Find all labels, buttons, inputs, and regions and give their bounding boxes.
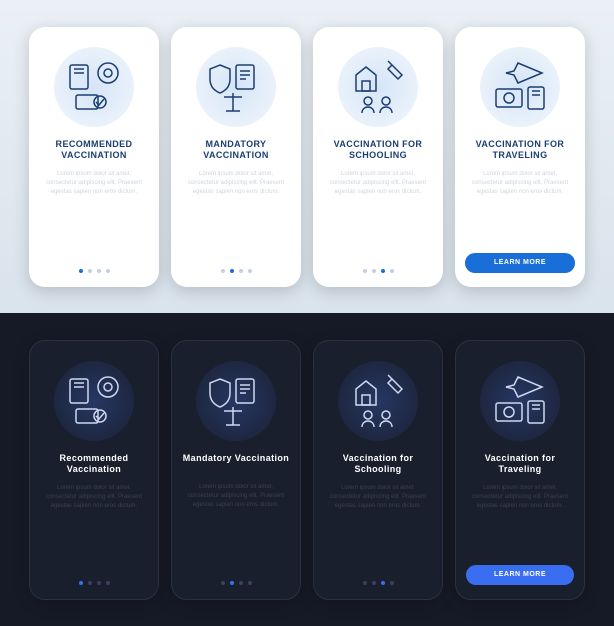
card-body: Lorem ipsum dolor sit amet, consectetur … [465,170,575,247]
dot-2[interactable] [239,269,243,273]
recommended-icon [54,361,134,441]
card-title: Recommended Vaccination [40,453,148,476]
card-body: Lorem ipsum dolor sit amet, consectetur … [323,170,433,263]
mandatory-icon [196,47,276,127]
page-dots [221,581,252,585]
dark-panel: Recommended Vaccination Lorem ipsum dolo… [0,313,614,626]
card-title: RECOMMENDED VACCINATION [39,139,149,162]
dot-3[interactable] [390,269,394,273]
dot-2[interactable] [97,269,101,273]
dot-2[interactable] [381,269,385,273]
dot-1[interactable] [372,269,376,273]
dot-1[interactable] [230,581,234,585]
onboarding-card-dark-3: Vaccination for Traveling Lorem ipsum do… [455,340,585,600]
dot-0[interactable] [79,581,83,585]
dot-3[interactable] [248,269,252,273]
onboarding-card-dark-0: Recommended Vaccination Lorem ipsum dolo… [29,340,159,600]
onboarding-card-dark-2: Vaccination for Schooling Lorem ipsum do… [313,340,443,600]
card-title: Vaccination for Schooling [324,453,432,476]
onboarding-card-light-2: VACCINATION FOR SCHOOLING Lorem ipsum do… [313,27,443,287]
dot-3[interactable] [106,581,110,585]
card-body: Lorem ipsum dolor sit amet, consectetur … [466,484,574,559]
onboarding-card-light-0: RECOMMENDED VACCINATION Lorem ipsum dolo… [29,27,159,287]
dot-2[interactable] [239,581,243,585]
card-title: Mandatory Vaccination [183,453,289,475]
learn-more-button[interactable]: LEARN MORE [466,565,574,585]
page-dots [79,269,110,273]
dot-0[interactable] [363,581,367,585]
schooling-icon [338,47,418,127]
light-panel: RECOMMENDED VACCINATION Lorem ipsum dolo… [0,0,614,313]
dot-1[interactable] [230,269,234,273]
learn-more-button[interactable]: LEARN MORE [465,253,575,273]
page-dots [79,581,110,585]
dot-2[interactable] [97,581,101,585]
dot-1[interactable] [88,581,92,585]
card-title: MANDATORY VACCINATION [181,139,291,162]
card-title: VACCINATION FOR SCHOOLING [323,139,433,162]
dot-3[interactable] [106,269,110,273]
dot-0[interactable] [79,269,83,273]
card-title: VACCINATION FOR TRAVELING [465,139,575,162]
dot-2[interactable] [381,581,385,585]
card-title: Vaccination for Traveling [466,453,574,476]
card-body: Lorem ipsum dolor sit amet, consectetur … [40,484,148,575]
card-body: Lorem ipsum dolor sit amet, consectetur … [324,484,432,575]
page-dots [221,269,252,273]
card-body: Lorem ipsum dolor sit amet, consectetur … [181,170,291,263]
card-body: Lorem ipsum dolor sit amet, consectetur … [182,483,290,575]
dot-3[interactable] [390,581,394,585]
dot-1[interactable] [88,269,92,273]
card-body: Lorem ipsum dolor sit amet, consectetur … [39,170,149,263]
traveling-icon [480,47,560,127]
onboarding-card-dark-1: Mandatory Vaccination Lorem ipsum dolor … [171,340,301,600]
recommended-icon [54,47,134,127]
page-dots [363,269,394,273]
dot-1[interactable] [372,581,376,585]
dot-3[interactable] [248,581,252,585]
schooling-icon [338,361,418,441]
onboarding-card-light-3: VACCINATION FOR TRAVELING Lorem ipsum do… [455,27,585,287]
dot-0[interactable] [221,269,225,273]
onboarding-card-light-1: MANDATORY VACCINATION Lorem ipsum dolor … [171,27,301,287]
page-dots [363,581,394,585]
traveling-icon [480,361,560,441]
dot-0[interactable] [221,581,225,585]
dot-0[interactable] [363,269,367,273]
mandatory-icon [196,361,276,441]
